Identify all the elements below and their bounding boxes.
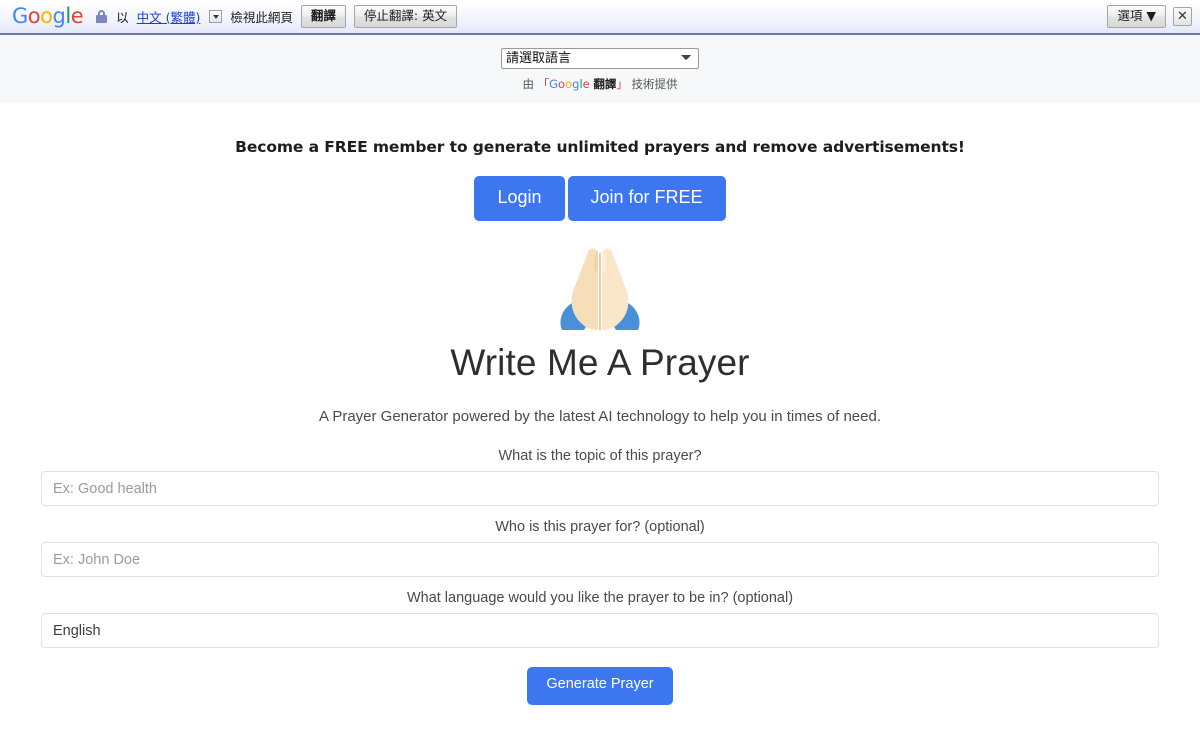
language-label: What language would you like the prayer … bbox=[406, 590, 794, 607]
translate-language-strip: 請選取語言 由 「Google 翻譯」 技術提供 bbox=[0, 35, 1200, 103]
page-content: Become a FREE member to generate unlimit… bbox=[0, 103, 1200, 706]
language-field-block: What language would you like the prayer … bbox=[41, 590, 1159, 649]
login-button[interactable]: Login bbox=[474, 176, 565, 221]
generate-button-wrap: Generate Prayer bbox=[41, 667, 1159, 706]
folded-hands-emoji bbox=[0, 237, 1200, 337]
translate-banner-right-group: 選項 ▼ ✕ bbox=[1107, 5, 1192, 28]
source-language-link[interactable]: 中文 (繁體) bbox=[137, 7, 201, 26]
stop-translate-button[interactable]: 停止翻譯: 英文 bbox=[353, 5, 458, 28]
recipient-label: Who is this prayer for? (optional) bbox=[495, 519, 705, 536]
options-button[interactable]: 選項 ▼ bbox=[1107, 5, 1166, 28]
lock-icon bbox=[96, 10, 108, 23]
chevron-down-icon[interactable] bbox=[209, 10, 223, 23]
attribution-prefix: 由 bbox=[522, 77, 534, 91]
google-translate-banner: Google 以 中文 (繁體) 檢視此網頁 翻譯 停止翻譯: 英文 選項 ▼ … bbox=[0, 0, 1200, 35]
google-logo: Google bbox=[12, 4, 84, 28]
topic-label: What is the topic of this prayer? bbox=[498, 448, 702, 465]
prayer-form: What is the topic of this prayer? Who is… bbox=[0, 448, 1200, 706]
page-subtitle: A Prayer Generator powered by the latest… bbox=[318, 408, 881, 426]
language-input[interactable] bbox=[41, 613, 1159, 649]
attribution-close-quote: 」 bbox=[616, 77, 628, 91]
attribution-open-quote: 「 bbox=[537, 77, 550, 91]
close-icon[interactable]: ✕ bbox=[1173, 7, 1192, 26]
attribution-translate-word: 翻譯 bbox=[593, 77, 617, 91]
generate-prayer-button[interactable]: Generate Prayer bbox=[527, 667, 673, 706]
language-select[interactable]: 請選取語言 bbox=[501, 48, 699, 69]
auth-button-group: Login Join for FREE bbox=[0, 176, 1200, 221]
translate-by-label: 以 bbox=[116, 10, 129, 25]
google-translate-attribution: 由 「Google 翻譯」 技術提供 bbox=[522, 76, 677, 92]
attribution-suffix: 技術提供 bbox=[631, 77, 678, 91]
view-original-label[interactable]: 檢視此網頁 bbox=[230, 7, 293, 26]
page-title: Write Me A Prayer bbox=[450, 341, 750, 383]
recipient-field-block: Who is this prayer for? (optional) bbox=[41, 519, 1159, 578]
join-for-free-button[interactable]: Join for FREE bbox=[567, 176, 726, 221]
membership-promo-text: Become a FREE member to generate unlimit… bbox=[235, 138, 965, 156]
attribution-google-wordmark: Google bbox=[549, 77, 590, 91]
translate-banner-left-group: Google 以 中文 (繁體) 檢視此網頁 翻譯 停止翻譯: 英文 bbox=[12, 5, 1107, 28]
translate-button[interactable]: 翻譯 bbox=[300, 5, 346, 28]
topic-field-block: What is the topic of this prayer? bbox=[41, 448, 1159, 507]
topic-input[interactable] bbox=[41, 471, 1159, 507]
recipient-input[interactable] bbox=[41, 542, 1159, 578]
